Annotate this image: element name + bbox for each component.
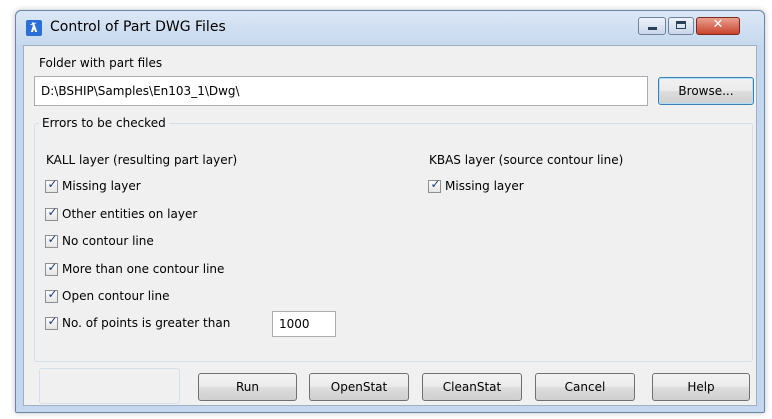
checkmark-icon: ✓ [47,177,58,191]
checkmark-icon: ✓ [47,232,58,246]
checkmark-icon: ✓ [47,260,58,274]
checkmark-icon: ✓ [47,205,58,219]
checkbox-label: Open contour line [62,289,170,303]
checkbox-box[interactable]: ✓ [45,314,58,330]
checkbox-box[interactable]: ✓ [428,177,441,193]
cleanstat-button[interactable]: CleanStat [422,373,522,401]
browse-button[interactable]: Browse... [658,77,754,105]
folder-label: Folder with part files [39,56,163,70]
checkbox-box[interactable]: ✓ [45,205,58,221]
cancel-button[interactable]: Cancel [535,373,635,401]
kall-heading: KALL layer (resulting part layer) [46,153,238,167]
checkbox-box[interactable]: ✓ [45,260,58,276]
checkbox-label: Missing layer [62,179,141,193]
checkmark-icon: ✓ [430,177,441,191]
checkbox-label: Other entities on layer [62,207,198,221]
dialog-window: ƛ Control of Part DWG Files ✕ Folder wit… [15,10,765,413]
kbas-heading: KBAS layer (source contour line) [429,153,624,167]
help-button[interactable]: Help [652,373,750,401]
run-button[interactable]: Run [198,373,297,401]
status-panel [39,368,180,404]
dialog-client-area: Folder with part files Browse... Errors … [23,45,757,406]
checkbox-box[interactable]: ✓ [45,177,58,193]
checkbox-label: More than one contour line [62,262,225,276]
checkbox-label: Missing layer [445,179,524,193]
openstat-button[interactable]: OpenStat [309,373,409,401]
minimize-button[interactable] [638,17,666,35]
title-bar[interactable]: ƛ Control of Part DWG Files ✕ [16,11,764,45]
checkbox-box[interactable]: ✓ [45,287,58,303]
app-logo-icon: ƛ [26,20,42,36]
minimize-icon [648,27,657,30]
window-title: Control of Part DWG Files [50,19,226,35]
checkmark-icon: ✓ [47,314,58,328]
checkbox-label: No contour line [62,234,154,248]
checkmark-icon: ✓ [47,287,58,301]
maximize-button[interactable] [668,17,694,35]
errors-group-label: Errors to be checked [42,116,166,130]
close-icon: ✕ [712,17,724,32]
close-button[interactable]: ✕ [696,17,740,35]
checkbox-label: No. of points is greater than [62,316,231,330]
maximize-icon [676,21,686,29]
folder-path-input[interactable] [34,76,648,106]
points-limit-input[interactable] [272,311,336,337]
checkbox-box[interactable]: ✓ [45,232,58,248]
